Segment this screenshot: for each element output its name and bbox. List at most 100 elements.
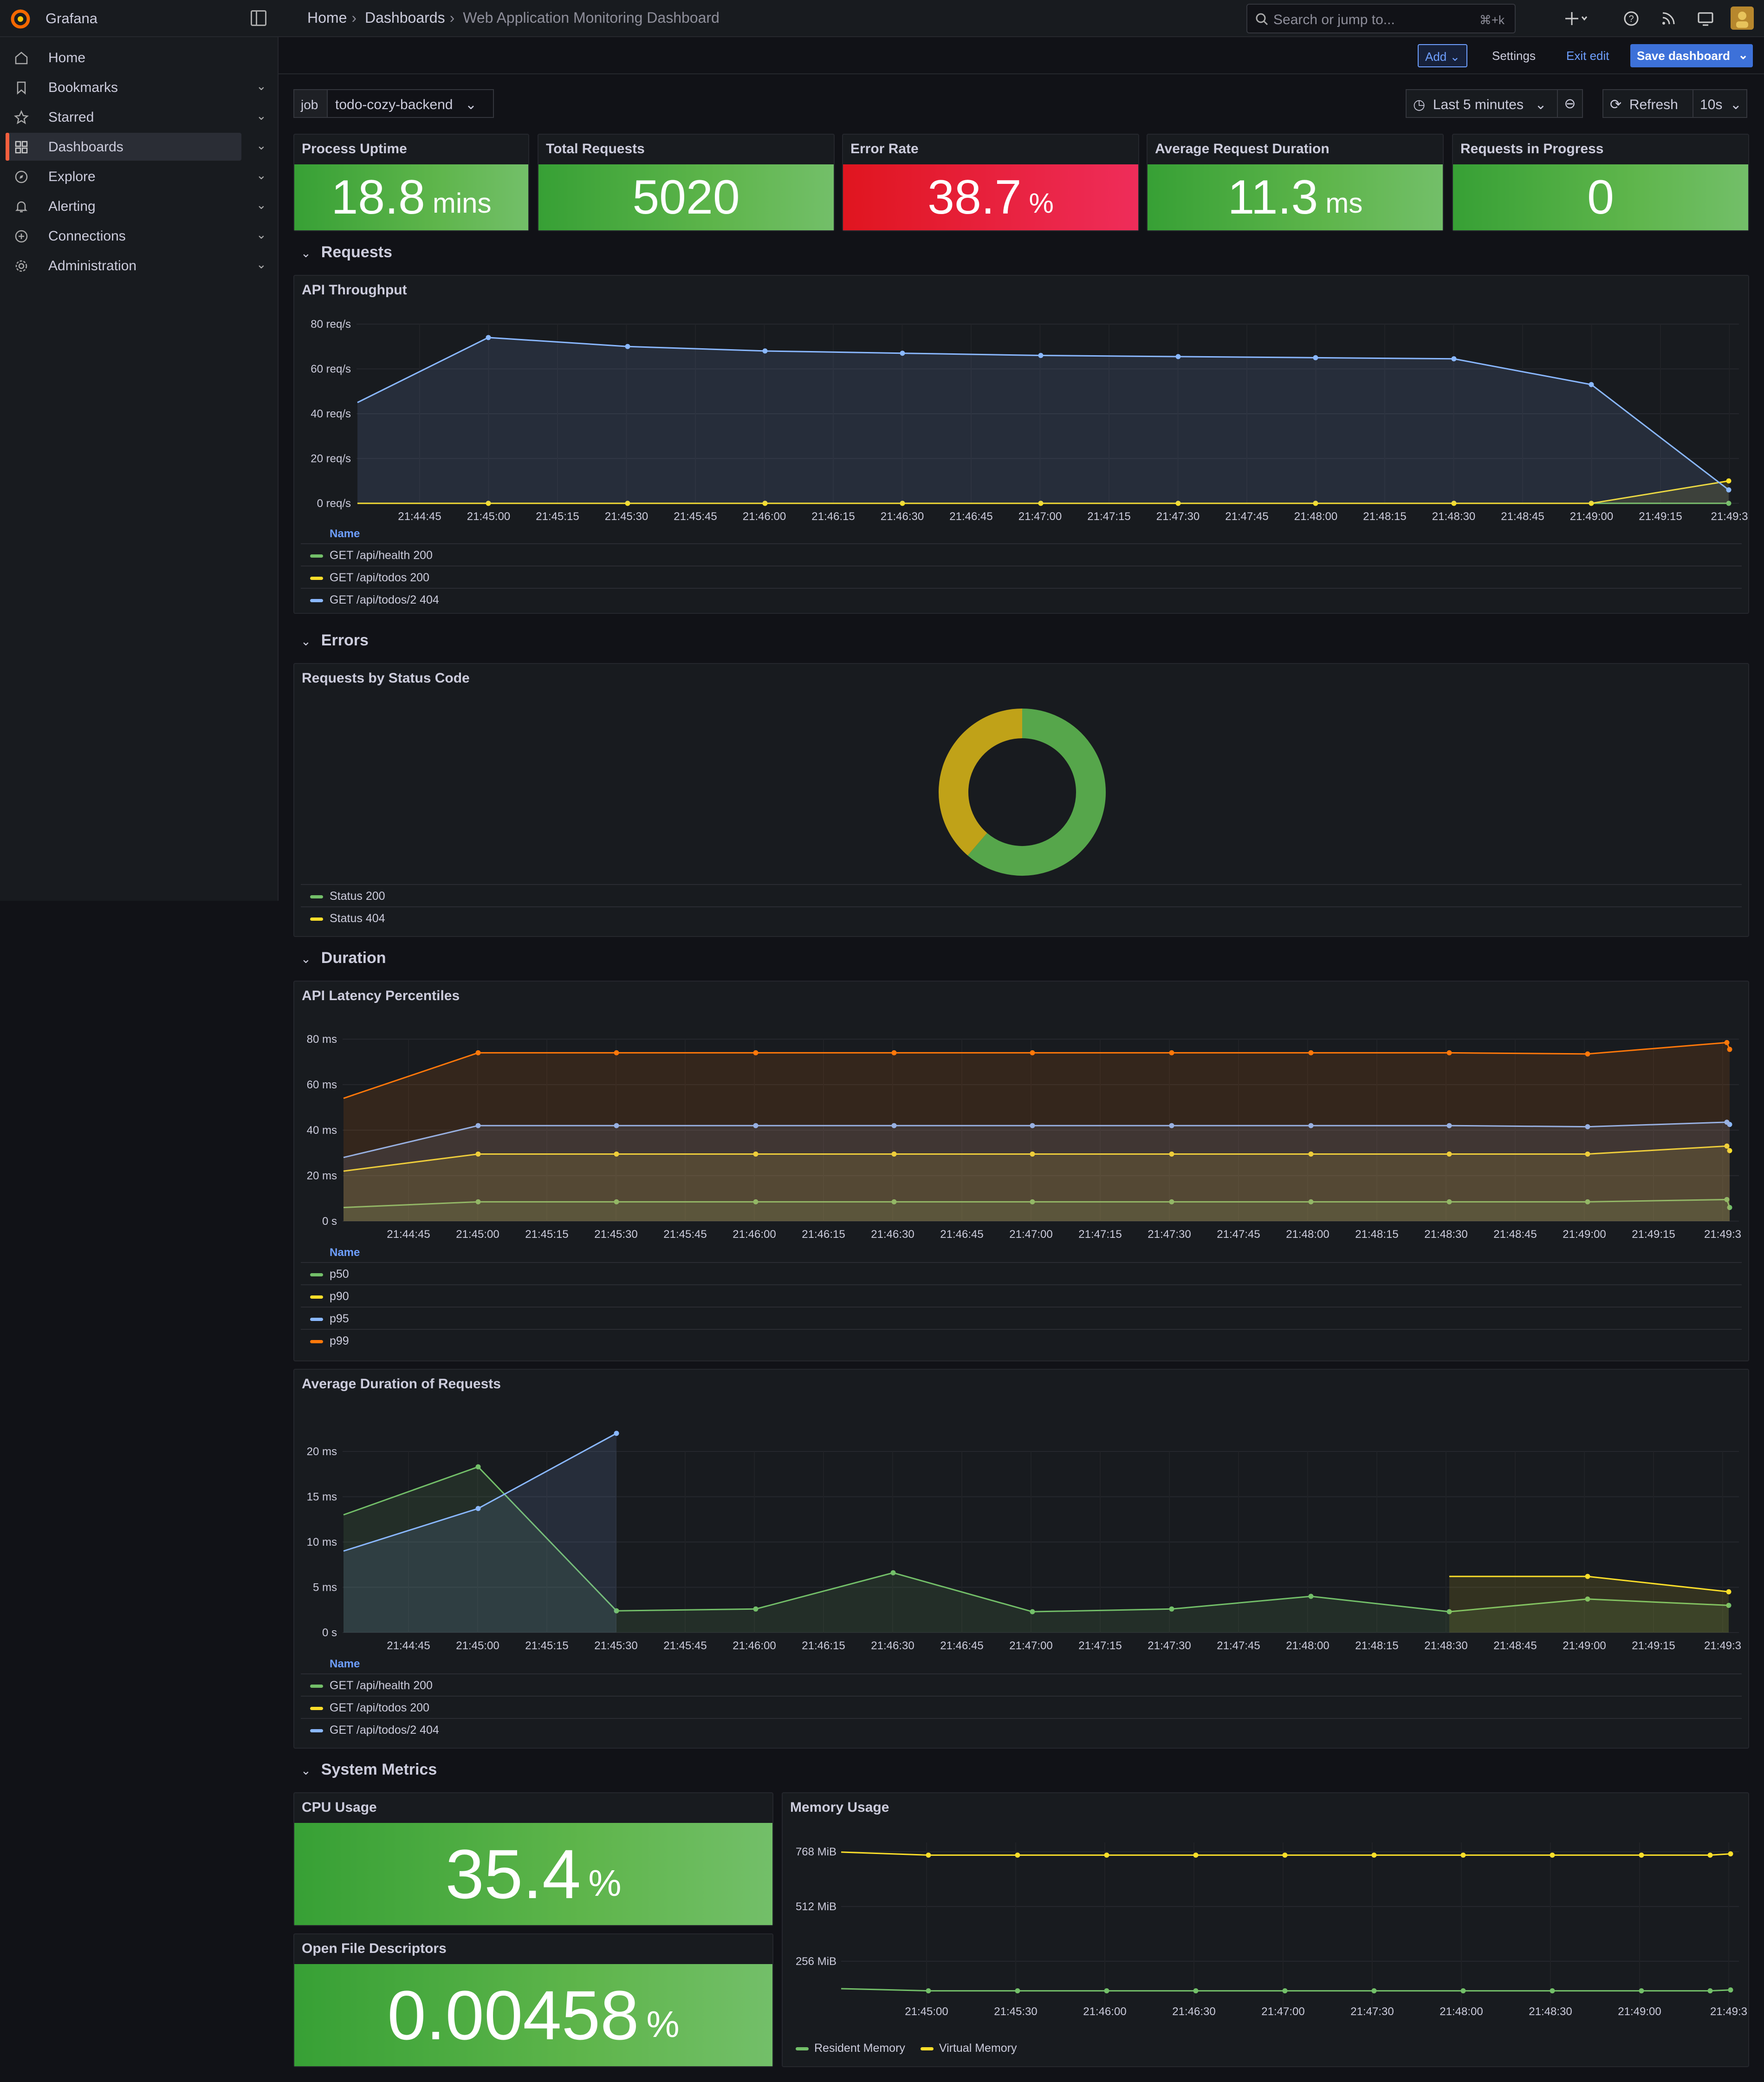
stat-panel-open-file-descriptors[interactable]: Open File Descriptors 0.00458% [293,1933,773,2067]
help-icon[interactable]: ? [1622,9,1641,28]
y-tick-label: 768 MiB [796,1846,837,1858]
chevron-down-icon[interactable]: ⌄ [256,109,266,123]
sidebar-item-explore[interactable]: Explore ⌄ [6,163,266,190]
legend-item[interactable]: GET /api/todos/2 404 [301,1718,1742,1740]
x-tick-label: 21:49:15 [1639,510,1682,523]
chevron-down-icon[interactable]: ⌄ [256,79,266,93]
legend-item[interactable]: GET /api/health 200 [301,543,1742,566]
job-select[interactable]: todo-cozy-backend ⌄ [327,89,494,118]
legend-item[interactable]: Virtual Memory [920,2042,1017,2055]
sidebar-item-bookmarks[interactable]: Bookmarks ⌄ [6,73,266,101]
legend-item[interactable]: p99 [301,1329,1742,1351]
chevron-down-icon: ⌄ [301,246,311,260]
legend-header: Name [330,1246,360,1259]
plus-icon[interactable] [1565,9,1589,28]
grafana-logo-icon[interactable] [9,7,32,30]
sidebar-item-starred[interactable]: Starred ⌄ [6,103,266,131]
panel-average-duration-of-requests[interactable]: Average Duration of Requests 20 ms 15 ms 1… [293,1369,1749,1749]
legend-item[interactable]: GET /api/todos/2 404 [301,588,1742,610]
chevron-down-icon[interactable]: ⌄ [256,138,266,153]
legend-item[interactable]: p90 [301,1284,1742,1307]
legend-item[interactable]: p95 [301,1307,1742,1329]
row-system-metrics[interactable]: ⌄ System Metrics [301,1761,437,1779]
stat-value-box: 38.7% [843,164,1138,230]
panel-memory-usage[interactable]: Memory Usage 768 MiB 512 MiB 256 MiB 21:45:… [782,1792,1749,2067]
status-code-donut-chart[interactable] [294,664,1750,882]
average-duration-chart[interactable]: 20 ms 15 ms 10 ms 5 ms 0 s 21:44:45 21:45:00 21… [294,1370,1750,1658]
legend-item[interactable]: Resident Memory [796,2042,905,2055]
stat-panel-average-request-duration[interactable]: Average Request Duration 11.3 ms [1147,134,1444,231]
panel-api-throughput[interactable]: API Throughput 80 req/s 60 req/s 40 req/s 2… [293,275,1749,614]
chevron-down-icon[interactable]: ⌄ [256,228,266,242]
sidebar-item-connections[interactable]: Connections ⌄ [6,222,266,250]
sidebar-item-label: Starred [48,110,94,125]
legend-item[interactable]: Status 200 [301,884,1742,906]
chevron-down-icon[interactable]: ⌄ [256,168,266,182]
x-tick-label: 21:48:00 [1286,1640,1329,1652]
save-dashboard-button[interactable]: Save dashboard ⌄ [1630,44,1753,67]
kiosk-mode-icon[interactable] [1696,9,1715,28]
news-feed-icon[interactable] [1659,9,1678,28]
data-point [926,1852,931,1858]
stat-value: 35.4 [445,1835,581,1913]
data-point [926,1988,931,1994]
dock-menu-button[interactable] [251,10,266,26]
chevron-down-icon[interactable]: ⌄ [256,257,266,272]
stat-panel-cpu-usage[interactable]: CPU Usage 35.4% [293,1792,773,1926]
exit-edit-button[interactable]: Exit edit [1560,44,1616,67]
row-duration[interactable]: ⌄ Duration [301,949,386,967]
refresh-interval-select[interactable]: 10s ⌄ [1693,89,1747,118]
breadcrumb-home[interactable]: Home [307,9,347,26]
interval-label: 10s [1700,97,1723,112]
panel-requests-by-status-code[interactable]: Requests by Status Code Status 200 Statu… [293,663,1749,937]
legend-item[interactable]: GET /api/todos 200 [301,1696,1742,1718]
legend-item[interactable]: p50 [301,1262,1742,1284]
x-tick-label: 21:46:45 [940,1640,983,1652]
stat-panel-error-rate[interactable]: Error Rate 38.7% [842,134,1139,231]
chevron-down-icon[interactable]: ⌄ [1738,48,1748,62]
legend-item[interactable]: GET /api/todos 200 [301,566,1742,588]
legend-item[interactable]: Status 404 [301,906,1742,929]
row-errors[interactable]: ⌄ Errors [301,631,369,650]
y-tick-label: 512 MiB [796,1900,837,1913]
data-point [1038,353,1044,358]
x-tick-label: 21:47:45 [1217,1228,1260,1241]
breadcrumb-dashboards[interactable]: Dashboards [365,9,445,26]
x-tick-label: 21:47:30 [1148,1640,1191,1652]
add-button[interactable]: Add ⌄ [1418,44,1468,67]
panel-title: Error Rate [850,141,919,156]
row-requests[interactable]: ⌄ Requests [301,243,392,261]
legend-label: GET /api/todos 200 [330,571,429,584]
pie-slice [939,709,1023,856]
sidebar-item-home[interactable]: Home [6,44,241,72]
sidebar-item-alerting[interactable]: Alerting ⌄ [6,192,266,220]
sidebar-item-dashboards[interactable]: Dashboards ⌄ [6,133,266,161]
legend-item[interactable]: GET /api/health 200 [301,1673,1742,1696]
stat-value-box: 5020 [538,164,834,230]
stat-panel-total-requests[interactable]: Total Requests 5020 [538,134,835,231]
data-point [1726,1589,1732,1594]
stat-value-box: 0.00458% [294,1964,772,2066]
api-throughput-chart[interactable]: 80 req/s 60 req/s 40 req/s 20 req/s 0 req/s 2… [294,276,1750,527]
y-tick-label: 15 ms [307,1491,337,1503]
user-avatar[interactable] [1731,7,1754,30]
settings-button[interactable]: Settings [1485,44,1542,67]
chevron-down-icon[interactable]: ⌄ [256,198,266,212]
zoom-out-button[interactable]: ⊖ [1557,89,1583,118]
connections-icon [15,230,28,243]
stat-panel-requests-in-progress[interactable]: Requests in Progress 0 [1452,134,1749,231]
chevron-down-icon: ⌄ [1730,97,1742,112]
api-latency-chart[interactable]: 80 ms 60 ms 40 ms 20 ms 0 s 21:44:45 21:45:00 2… [294,982,1750,1246]
stat-value: 18.8 [331,170,425,224]
x-tick-label: 21:44:45 [387,1640,430,1652]
x-tick-label: 21:44:45 [398,510,441,523]
search-input[interactable]: Search or jump to... ⌘+k [1246,4,1516,33]
memory-usage-chart[interactable]: 768 MiB 512 MiB 256 MiB 21:45:00 21:45:30 21:… [783,1793,1750,2044]
sidebar-item-administration[interactable]: Administration ⌄ [6,252,266,280]
stat-panel-process-uptime[interactable]: Process Uptime 18.8 mins [293,134,529,231]
time-range-picker[interactable]: ◷ Last 5 minutes ⌄ [1406,89,1558,118]
refresh-button[interactable]: ⟳ Refresh [1602,89,1693,118]
x-tick-label: 21:46:15 [802,1640,845,1652]
panel-api-latency-percentiles[interactable]: API Latency Percentiles 80 ms 60 ms 40 ms 2… [293,981,1749,1361]
data-point [1282,1852,1288,1858]
